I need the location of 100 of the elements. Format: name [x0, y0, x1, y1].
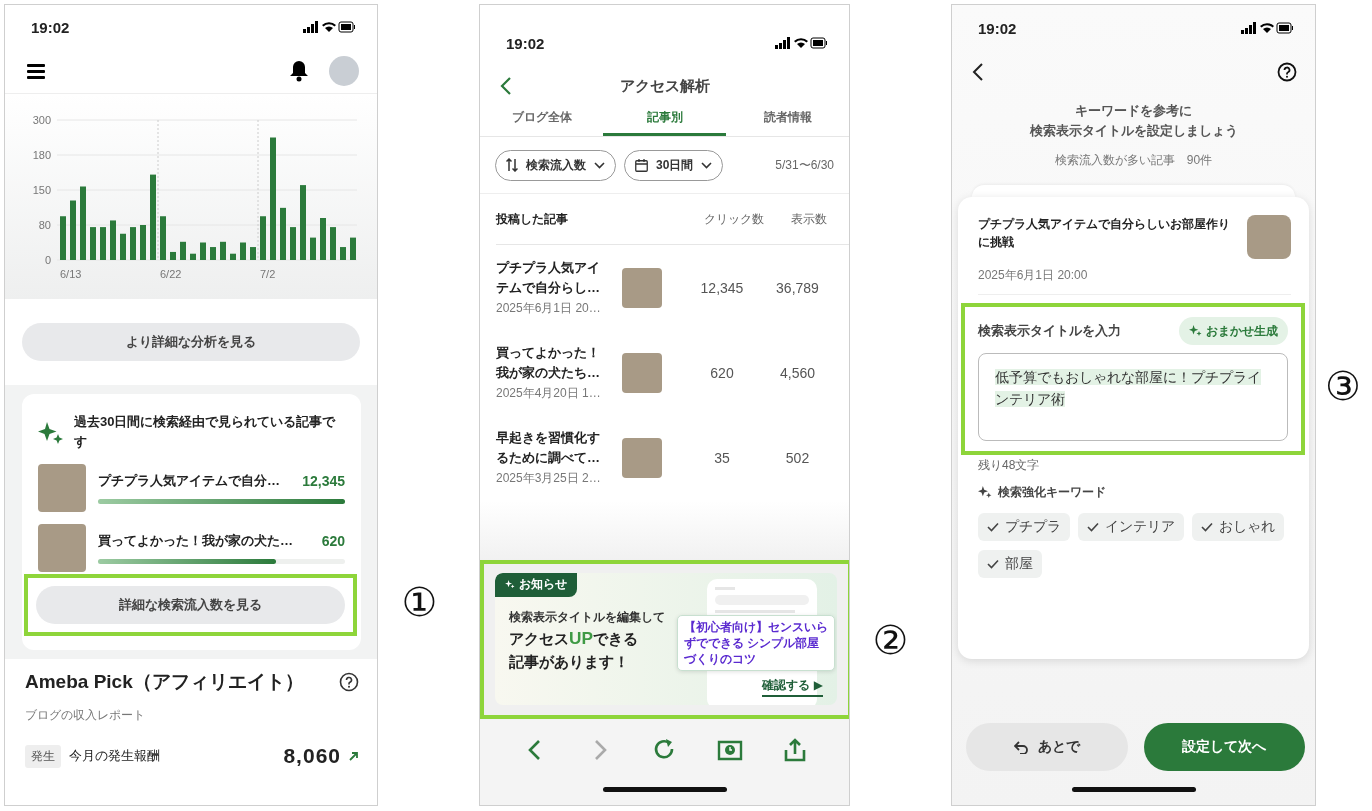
filter-dropdown[interactable]: 検索流入数 — [495, 149, 616, 181]
article-count: 620 — [321, 533, 345, 549]
click-count: 35 — [713, 449, 731, 466]
step-marker: ② — [872, 620, 909, 664]
article-title: プチプラ人気アイテムで自分らしいお部屋作りに挑戦 — [978, 216, 1231, 251]
bar — [290, 227, 296, 260]
photo-placeholder — [622, 437, 662, 478]
keywords-label: 検索強化キーワード — [998, 484, 1106, 501]
view-count: 502 — [784, 449, 811, 466]
bar — [120, 233, 126, 260]
help-icon[interactable] — [339, 672, 359, 692]
keyword-chip[interactable]: プチプラ — [978, 513, 1070, 541]
later-button[interactable]: あとで — [966, 723, 1128, 771]
keyword-chip[interactable]: 部屋 — [978, 550, 1042, 578]
banner[interactable]: お知らせ 検索表示タイトルを編集して アクセスUPできる 記事があります！ 【初心者向け】センスいらずでできる シンプル部屋づくりのコツ 確認する ▶ — [495, 573, 837, 705]
banner-headline: アクセスUPできる — [509, 628, 639, 649]
back-icon[interactable] — [972, 62, 984, 82]
notice-label: お知らせ — [519, 576, 567, 593]
reward-label: 今月の発生報酬 — [69, 747, 160, 765]
axis-label: 300 — [32, 114, 51, 126]
title-input-field[interactable]: 低予算でもおしゃれな部屋に！プチプラインテリア術 — [978, 353, 1288, 441]
check-icon — [1201, 522, 1213, 532]
axis-label: 80 — [38, 219, 51, 231]
axis-label: 150 — [32, 184, 51, 196]
bar — [330, 227, 336, 260]
sparkle-icon — [978, 486, 992, 499]
search-result-popup: 【初心者向け】センスいらずでできる シンプル部屋づくりのコツ — [677, 615, 835, 671]
bar — [180, 241, 186, 260]
status-icons — [303, 21, 355, 33]
check-icon — [1087, 522, 1099, 532]
photo-placeholder — [622, 267, 662, 308]
article-count: 12,345 — [302, 473, 345, 489]
filter-dropdown[interactable]: 30日間 — [624, 149, 724, 181]
screen-title: アクセス解析 — [619, 76, 710, 96]
article-date: 2025年4月20日 1… — [496, 385, 602, 402]
tab[interactable]: 読者情報 — [726, 101, 849, 136]
column-header: 投稿した記事 — [496, 210, 569, 228]
article-title[interactable]: 早起きを習慣化するために調べて… — [496, 428, 608, 468]
bar — [200, 242, 206, 260]
menu-icon[interactable] — [27, 63, 45, 79]
bar — [340, 247, 346, 260]
article-title[interactable]: プチプラ人気アイテムで自分らし… — [496, 258, 608, 298]
bar — [140, 225, 146, 260]
article-date: 2025年6月1日 20:00 — [978, 267, 1291, 295]
calendar-icon — [635, 158, 648, 172]
step-marker: ① — [401, 582, 438, 626]
input-label: 検索表示タイトルを入力 — [978, 322, 1121, 340]
bar — [260, 216, 266, 260]
bar — [170, 251, 176, 260]
card-title: 過去30日間に検索経由で見られている記事です — [74, 413, 337, 451]
axis-label: 0 — [44, 254, 51, 266]
auto-generate-button[interactable]: おまかせ生成 — [1179, 317, 1288, 345]
sparkle-icon — [1189, 325, 1202, 337]
article-date: 2025年3月25日 2… — [496, 470, 602, 487]
view-count: 4,560 — [778, 364, 816, 381]
sparkle-icon — [38, 422, 64, 446]
bar — [240, 242, 246, 260]
tab[interactable]: ブログ全体 — [480, 101, 603, 136]
check-icon — [987, 522, 999, 532]
keyword-chip[interactable]: おしゃれ — [1192, 513, 1284, 541]
status-icons — [1241, 22, 1293, 34]
axis-label: 6/13 — [60, 268, 82, 280]
bar — [100, 227, 106, 260]
confirm-link[interactable]: 確認する ▶ — [762, 677, 823, 697]
axis-label: 7/2 — [260, 268, 276, 280]
status-time: 19:02 — [978, 19, 1017, 37]
bar — [60, 216, 66, 260]
keyword-chip[interactable]: インテリア — [1078, 513, 1184, 541]
article-title[interactable]: 買ってよかった！我が家の犬たち… — [496, 343, 608, 383]
column-header: クリック数 — [703, 210, 765, 228]
bar — [110, 220, 116, 260]
section-title: Ameba Pick（アフィリエイト） — [25, 670, 304, 694]
tab[interactable]: 記事別 — [603, 101, 726, 136]
heading-text: キーワードを参考に — [1075, 102, 1192, 120]
article-title[interactable]: 買ってよかった！我が家の犬た… — [98, 532, 293, 550]
search-detail-button[interactable]: 詳細な検索流入数を見る — [36, 586, 345, 624]
bar — [220, 241, 226, 260]
bar — [320, 218, 326, 260]
article-date: 2025年6月1日 20… — [496, 300, 602, 317]
bar — [190, 253, 196, 260]
section-subtitle: ブログの収入レポート — [25, 707, 146, 724]
sort-icon — [506, 158, 518, 172]
analysis-button[interactable]: より詳細な分析を見る — [22, 323, 360, 361]
chevron-down-icon — [594, 161, 605, 169]
sparkle-icon — [505, 580, 515, 589]
help-icon[interactable] — [1277, 62, 1297, 82]
bar — [160, 216, 166, 260]
status-time: 19:02 — [31, 18, 70, 36]
bell-icon[interactable] — [289, 60, 309, 82]
next-button[interactable]: 設定して次へ — [1143, 723, 1305, 771]
bar — [70, 200, 76, 260]
banner-text: 検索表示タイトルを編集して — [509, 609, 665, 626]
click-count: 620 — [709, 364, 735, 381]
bar — [310, 237, 316, 260]
article-title[interactable]: プチプラ人気アイテムで自分… — [98, 472, 280, 490]
axis-label: 6/22 — [160, 268, 182, 280]
heading-text: 検索表示タイトルを設定しましょう — [1029, 122, 1238, 140]
step-marker: ③ — [1325, 366, 1361, 410]
date-range: 5/31〜6/30 — [775, 156, 834, 174]
undo-icon — [1013, 740, 1028, 754]
